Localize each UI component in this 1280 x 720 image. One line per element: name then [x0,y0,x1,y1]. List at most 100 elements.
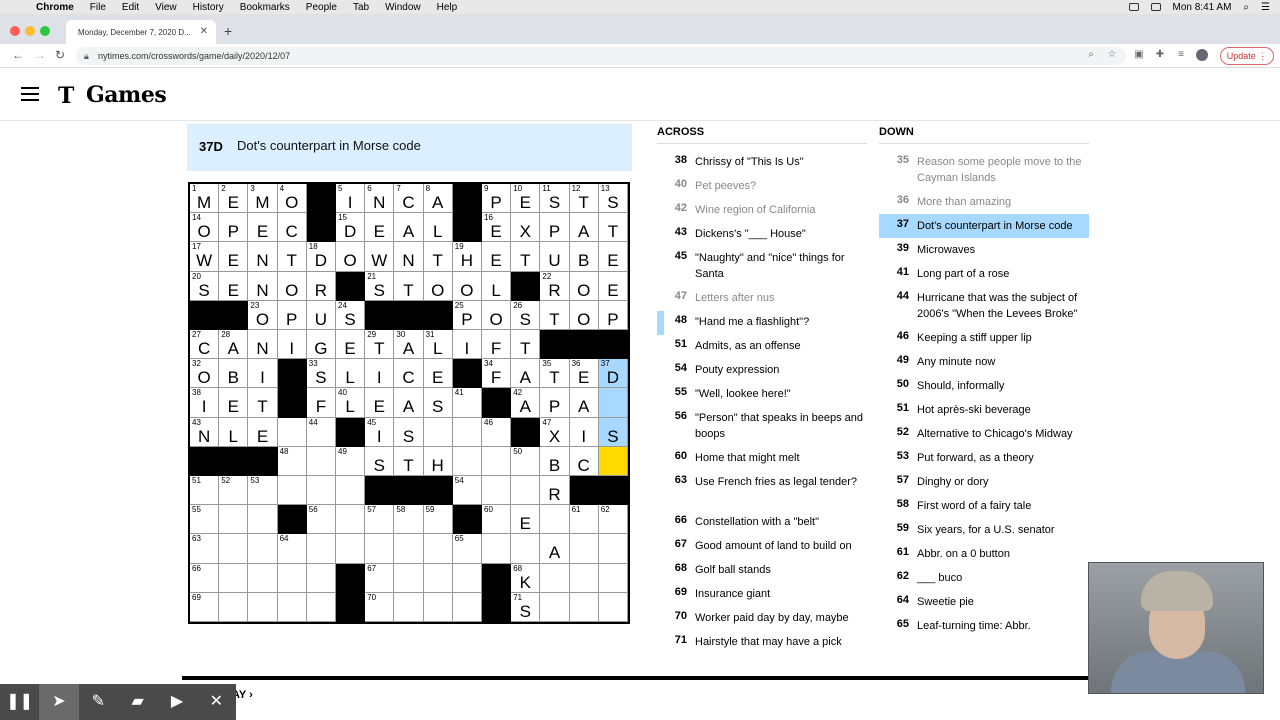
grid-cell[interactable] [423,534,453,564]
pointer-icon[interactable]: ➤ [39,684,79,720]
grid-cell[interactable] [394,563,424,593]
grid-cell[interactable]: 65 [452,534,482,564]
webcam-overlay[interactable] [1088,562,1264,694]
grid-cell[interactable]: C [569,446,599,476]
down-clue-item[interactable]: 49 Any minute now [879,350,1089,374]
grid-cell[interactable]: F [306,388,336,418]
battery-icon[interactable] [1150,3,1161,11]
grid-cell[interactable]: 21 S [365,271,395,301]
grid-cell[interactable]: O [569,271,599,301]
grid-cell[interactable] [219,534,249,564]
grid-cell[interactable] [306,446,336,476]
across-clue-item[interactable]: 38 Chrissy of "This Is Us" [657,150,867,174]
down-clue-item[interactable]: 58 First word of a fairy tale [879,494,1089,518]
grid-cell[interactable]: 55 [190,505,220,535]
grid-cell[interactable] [423,417,453,447]
grid-cell[interactable] [569,534,599,564]
grid-cell[interactable]: I [569,417,599,447]
across-clue-item[interactable]: 55 "Well, lookee here!" [657,382,867,406]
grid-cell[interactable] [277,417,307,447]
grid-cell[interactable]: 18 D [306,242,336,272]
grid-cell[interactable]: 10 E [511,184,541,214]
grid-cell[interactable]: 70 [365,592,395,622]
grid-cell[interactable]: 3M [248,184,278,214]
across-clue-item[interactable]: 69 Insurance giant [657,582,867,606]
grid-cell[interactable] [598,446,628,476]
grid-cell[interactable]: I [365,359,395,389]
grid-cell[interactable]: F [482,330,512,360]
grid-cell[interactable]: 13 S [598,184,628,214]
grid-cell[interactable]: 56 [306,505,336,535]
grid-cell[interactable] [336,534,366,564]
grid-cell[interactable]: N [248,271,278,301]
across-clue-item[interactable]: 56 "Person" that speaks in beeps and boop… [657,406,867,446]
grid-cell[interactable] [365,534,395,564]
grid-cell[interactable]: 16 E [482,213,512,243]
grid-cell[interactable]: E [336,330,366,360]
across-clue-item[interactable]: 47 Letters after nus [657,286,867,310]
browser-tab[interactable]: Monday, December 7, 2020 D... ✕ [66,20,216,44]
menu-window[interactable]: Window [377,2,429,13]
down-clue-item[interactable]: 53 Put forward, as a theory [879,446,1089,470]
grid-cell[interactable]: T [423,242,453,272]
grid-cell[interactable]: 37 D [598,359,628,389]
down-clue-item[interactable]: 35 Reason some people move to the Cayman … [879,150,1089,190]
nyt-logo[interactable]: T [58,83,74,109]
address-bar[interactable]: 🔒︎ nytimes.com/crosswords/game/daily/202… [76,47,1126,65]
grid-cell[interactable] [423,563,453,593]
grid-cell[interactable]: 36 E [569,359,599,389]
grid-cell[interactable]: A [569,388,599,418]
grid-cell[interactable] [482,476,512,506]
zoom-icon[interactable]: ⌕ [1085,49,1097,61]
grid-cell[interactable]: E [219,271,249,301]
grid-cell[interactable] [511,534,541,564]
grid-cell[interactable]: 4O [277,184,307,214]
grid-cell[interactable]: E [598,271,628,301]
across-clue-item[interactable]: 42 Wine region of California [657,198,867,222]
grid-cell[interactable]: 69 [190,592,220,622]
across-clue-item[interactable]: 40 Pet peeves? [657,174,867,198]
menu-bookmarks[interactable]: Bookmarks [232,2,298,13]
grid-cell[interactable]: 30 A [394,330,424,360]
down-clue-item[interactable]: 36 More than amazing [879,190,1089,214]
grid-cell[interactable]: T [394,446,424,476]
menu-edit[interactable]: Edit [114,2,147,13]
grid-cell[interactable]: P [598,300,628,330]
grid-cell[interactable]: 14 O [190,213,220,243]
camera-icon[interactable]: ▶ [157,684,196,720]
grid-cell[interactable]: 52 [219,476,249,506]
down-clue-item[interactable]: 61 Abbr. on a 0 button [879,542,1089,566]
grid-cell[interactable]: I [277,330,307,360]
grid-cell[interactable]: L [336,359,366,389]
grid-cell[interactable]: T [248,388,278,418]
grid-cell[interactable]: 41 [452,388,482,418]
grid-cell[interactable]: 58 [394,505,424,535]
grid-cell[interactable]: O [336,242,366,272]
grid-cell[interactable]: E [248,213,278,243]
grid-cell[interactable]: N [394,242,424,272]
grid-cell[interactable]: 22 R [540,271,570,301]
grid-cell[interactable] [219,592,249,622]
across-clue-item[interactable]: 48 "Hand me a flashlight"? [657,310,867,334]
forward-icon[interactable]: → [34,48,46,62]
grid-cell[interactable]: W [365,242,395,272]
down-clue-item[interactable]: 44 Hurricane that was the subject of 2006… [879,286,1089,326]
down-clue-item[interactable]: 64 Sweetie pie [879,590,1089,614]
grid-cell[interactable]: 63 [190,534,220,564]
across-clue-item[interactable]: 43 Dickens's "___ House" [657,222,867,246]
grid-cell[interactable]: 24 S [336,300,366,330]
grid-cell[interactable]: 5I [336,184,366,214]
grid-cell[interactable]: O [277,271,307,301]
grid-cell[interactable]: O [423,271,453,301]
close-recording-icon[interactable]: ✕ [197,684,236,720]
grid-cell[interactable]: 7C [394,184,424,214]
update-button[interactable]: Update ⋮ [1220,47,1274,65]
grid-cell[interactable]: P [219,213,249,243]
pen-icon[interactable]: ✎ [79,684,118,720]
grid-cell[interactable]: 9P [482,184,512,214]
search-icon[interactable]: ⌕ [1243,2,1249,13]
grid-cell[interactable]: T [511,330,541,360]
menu-file[interactable]: File [82,2,114,13]
grid-cell[interactable]: E [365,213,395,243]
down-clue-item[interactable]: 39 Microwaves [879,238,1089,262]
